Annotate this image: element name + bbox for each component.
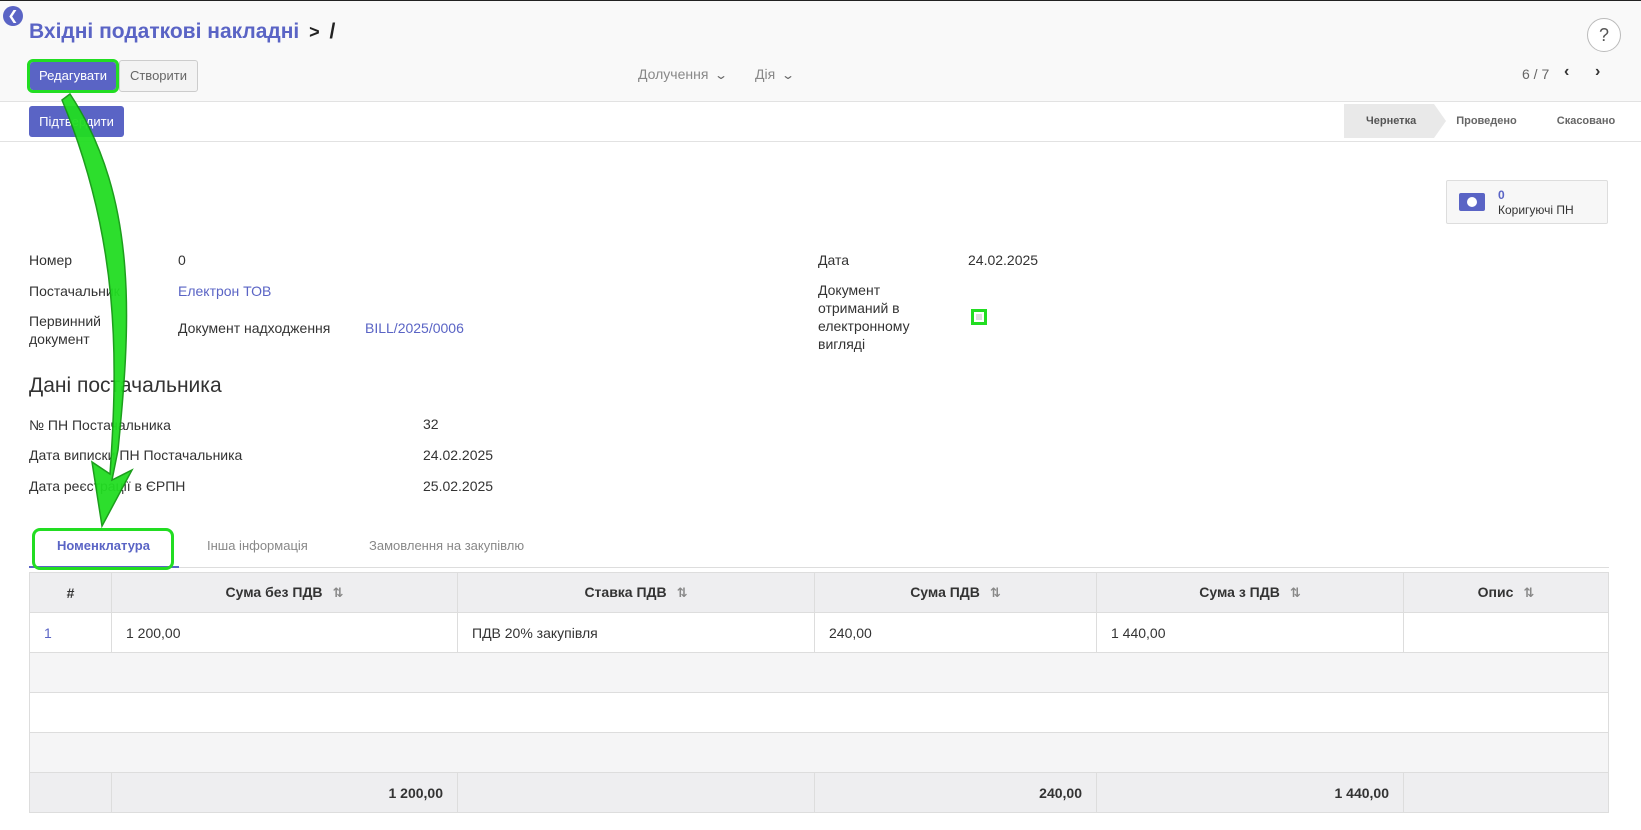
table-cell[interactable]: 1 440,00	[1096, 612, 1404, 653]
supplier-link[interactable]: Електрон ТОВ	[178, 283, 271, 299]
number-value: 0	[178, 252, 186, 268]
column-label: Сума без ПДВ	[225, 584, 323, 600]
notebook-tabs: Номенклатура Інша інформація Замовлення …	[29, 528, 1609, 568]
receipt-doc-label: Документ надходження	[178, 320, 331, 336]
tab-purchase-orders[interactable]: Замовлення на закупівлю	[369, 538, 524, 553]
electronic-doc-label: Документ отриманий в електронному вигляд…	[818, 282, 910, 352]
back-arrow-icon[interactable]: ❮	[3, 6, 23, 26]
highlight-box	[32, 528, 174, 570]
chevron-down-icon: ⌄	[714, 68, 729, 82]
table-header-row: # Сума без ПДВ ⇅ Ставка ПДВ ⇅ Сума ПДВ ⇅ Су…	[29, 572, 1609, 613]
column-header[interactable]: Сума з ПДВ ⇅	[1096, 572, 1404, 613]
sort-icon: ⇅	[989, 585, 1001, 600]
breadcrumb: Вхідні податкові накладні > /	[29, 20, 335, 44]
breadcrumb-separator: >	[309, 22, 320, 42]
electronic-doc-checkbox[interactable]	[971, 309, 987, 325]
table-cell[interactable]: 1 200,00	[111, 612, 458, 653]
issue-date-value: 24.02.2025	[423, 447, 494, 463]
empty-row	[29, 652, 1609, 693]
date-value: 24.02.2025	[968, 252, 1039, 268]
edit-button[interactable]: Редагувати	[27, 59, 119, 93]
total-cell: 1 200,00	[111, 772, 458, 813]
pager-value[interactable]: 6 / 7	[1522, 66, 1549, 82]
sort-icon: ⇅	[1523, 585, 1535, 600]
table-cell[interactable]: 1	[29, 612, 112, 653]
sort-icon: ⇅	[332, 585, 344, 600]
total-cell: 1 440,00	[1096, 772, 1404, 813]
pn-number-label: № ПН Постачальника	[29, 417, 171, 433]
total-cell	[457, 772, 815, 813]
corrective-label: Коригуючі ПН	[1498, 203, 1574, 217]
pager-next-icon[interactable]: ›	[1595, 63, 1600, 81]
total-cell: 240,00	[814, 772, 1097, 813]
table-cell[interactable]: ПДВ 20% закупівля	[457, 612, 815, 653]
total-cell	[29, 772, 112, 813]
sort-icon: ⇅	[1289, 585, 1301, 600]
pager-prev-icon[interactable]: ‹	[1564, 63, 1569, 81]
empty-row	[29, 732, 1609, 773]
pn-number-value: 32	[423, 416, 439, 432]
totals-row: 1 200,00 240,00 1 440,00	[29, 772, 1609, 813]
status-stages: Чернетка Проведено Скасовано	[1344, 104, 1633, 138]
money-icon	[1459, 193, 1485, 211]
column-label: #	[66, 584, 75, 601]
reg-date-value: 25.02.2025	[423, 478, 494, 494]
attachments-dropdown[interactable]: Долучення ⌄	[638, 66, 729, 82]
column-header[interactable]: Сума ПДВ ⇅	[814, 572, 1097, 613]
lines-table: # Сума без ПДВ ⇅ Ставка ПДВ ⇅ Сума ПДВ ⇅ Су…	[29, 572, 1609, 813]
action-dropdown[interactable]: Дія ⌄	[755, 66, 796, 82]
confirm-button[interactable]: Підтвердити	[29, 106, 124, 137]
column-header[interactable]: Сума без ПДВ ⇅	[111, 572, 458, 613]
stage-draft[interactable]: Чернетка	[1344, 104, 1447, 138]
corrective-invoices-button[interactable]: 0 Коригуючі ПН	[1446, 180, 1608, 224]
chevron-down-icon: ⌄	[781, 68, 796, 82]
column-label: Сума ПДВ	[910, 584, 980, 600]
issue-date-label: Дата виписки ПН Постачальника	[29, 447, 243, 463]
receipt-doc-link[interactable]: BILL/2025/0006	[365, 320, 464, 336]
control-panel	[0, 0, 1641, 102]
stage-cancelled[interactable]: Скасовано	[1535, 104, 1634, 138]
supplier-label: Постачальник	[29, 283, 120, 299]
create-button[interactable]: Створити	[119, 60, 198, 92]
column-label: Ставка ПДВ	[584, 584, 667, 600]
column-label: Сума з ПДВ	[1199, 584, 1280, 600]
supplier-section-title: Дані постачальника	[29, 374, 222, 397]
column-header[interactable]: Ставка ПДВ ⇅	[457, 572, 815, 613]
primary-doc-label: Первинний документ	[29, 313, 101, 347]
empty-row	[29, 692, 1609, 733]
column-label: Опис	[1477, 584, 1514, 600]
action-dropdown-label: Дія	[755, 66, 776, 82]
table-cell[interactable]: 240,00	[814, 612, 1097, 653]
table-cell[interactable]	[1403, 612, 1609, 653]
column-header[interactable]: #	[29, 572, 112, 613]
breadcrumb-current: /	[329, 20, 336, 43]
corrective-count: 0	[1498, 188, 1505, 202]
total-cell	[1403, 772, 1609, 813]
stage-posted[interactable]: Проведено	[1434, 104, 1535, 138]
sort-icon: ⇅	[676, 585, 688, 600]
reg-date-label: Дата реєстрації в ЄРПН	[29, 478, 186, 494]
table-row[interactable]: 1 1 200,00 ПДВ 20% закупівля 240,00 1 44…	[29, 612, 1609, 653]
number-label: Номер	[29, 252, 73, 268]
help-button[interactable]: ?	[1587, 18, 1621, 52]
attachments-dropdown-label: Долучення	[638, 66, 709, 82]
date-label: Дата	[818, 252, 850, 268]
tab-other-info[interactable]: Інша інформація	[207, 538, 308, 553]
breadcrumb-parent[interactable]: Вхідні податкові накладні	[29, 20, 299, 43]
column-header[interactable]: Опис ⇅	[1403, 572, 1609, 613]
